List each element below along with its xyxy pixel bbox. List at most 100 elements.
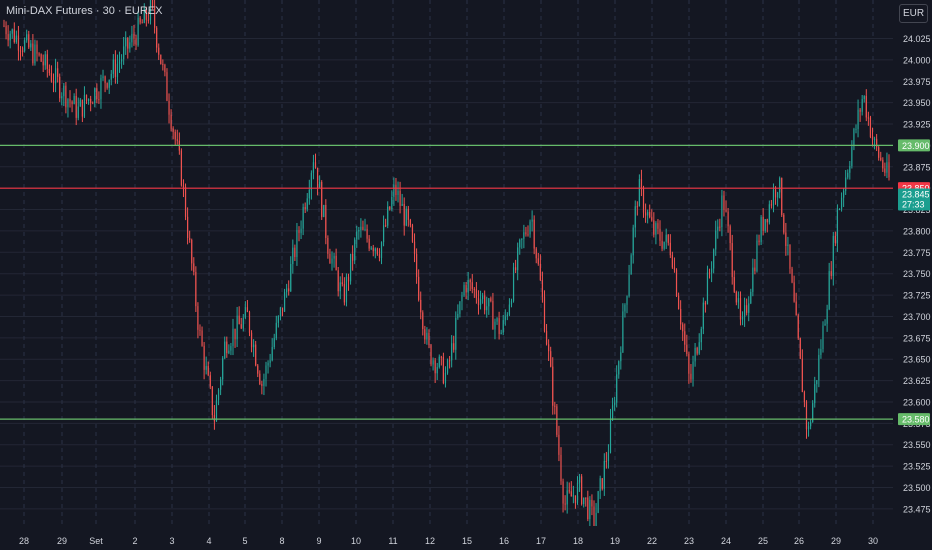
candle-body [865, 96, 867, 118]
candle-body [665, 234, 667, 242]
candle-body [106, 83, 108, 88]
candle-body [90, 98, 92, 104]
candle-body [354, 239, 356, 261]
candle-body [537, 258, 539, 264]
candle-body [807, 426, 810, 430]
candle-body [184, 187, 187, 217]
price-tick-label: 23.650 [903, 355, 931, 365]
candle-body [444, 372, 447, 384]
price-tick-label: 23.700 [903, 312, 931, 322]
time-tick-label: 11 [388, 536, 397, 546]
candle-body [349, 253, 352, 282]
currency-button[interactable]: EUR [899, 4, 928, 23]
candle-body [680, 309, 682, 325]
candle-body [754, 267, 756, 272]
price-tick-label: 23.775 [903, 248, 931, 258]
candle-body [226, 341, 228, 354]
candle-body [752, 267, 754, 292]
candle-body [294, 247, 296, 258]
candle-body [777, 192, 779, 198]
candle-body [36, 44, 38, 54]
candle-body [484, 295, 486, 311]
candle-body [168, 100, 170, 115]
candle-body [112, 59, 114, 74]
candle-body [717, 226, 719, 231]
candle-body [341, 282, 343, 285]
candle-body [370, 247, 372, 249]
candle-body [719, 226, 721, 228]
candle-body [614, 402, 616, 406]
candle-body [774, 189, 777, 198]
candle-body [261, 384, 263, 386]
candle-body [63, 85, 65, 97]
candle-body [104, 76, 106, 84]
symbol-title: Mini-DAX Futures · 30 · EUREX [6, 5, 163, 17]
candle-body [888, 162, 890, 178]
candle-body [327, 237, 329, 254]
candle-body [770, 204, 773, 206]
candle-body [343, 284, 345, 303]
candle-body [510, 300, 513, 305]
candle-body [312, 162, 315, 173]
candle-body [283, 292, 286, 312]
candle-body [873, 138, 876, 140]
candle-body [671, 255, 673, 268]
candle-body [686, 344, 688, 354]
candle-body [19, 50, 22, 52]
candle-body [700, 328, 702, 343]
candle-body [504, 316, 506, 321]
candle-body [764, 219, 766, 231]
candle-body [591, 499, 593, 507]
candle-body [316, 167, 319, 188]
candle-body [541, 280, 544, 297]
candle-body [642, 188, 645, 213]
candle-body [492, 301, 494, 330]
level-price-label: 23.580 [902, 415, 930, 425]
level-price-label: 23.900 [902, 141, 930, 151]
candle-body [302, 207, 304, 229]
candle-body [290, 264, 292, 292]
candle-body [461, 295, 463, 302]
time-tick-label: 16 [499, 536, 509, 546]
candle-body [556, 406, 558, 435]
candle-body [376, 248, 378, 255]
candle-body [428, 332, 430, 346]
candle-body [224, 341, 226, 359]
candle-body [506, 314, 508, 317]
candle-body [508, 304, 511, 315]
candle-body [32, 43, 34, 64]
price-tick-label: 24.025 [903, 34, 931, 44]
candle-body [886, 162, 888, 173]
candle-body [100, 78, 102, 100]
candle-body [632, 227, 634, 256]
candle-body [61, 96, 63, 99]
candle-body [459, 301, 461, 314]
candle-body [75, 95, 77, 118]
price-tick-label: 24.000 [903, 55, 931, 65]
candle-body [634, 206, 636, 228]
candle-body [597, 491, 599, 513]
candle-body [244, 307, 246, 318]
candle-body [533, 219, 535, 249]
candle-body [378, 254, 381, 258]
price-tick-label: 23.475 [903, 504, 931, 514]
candle-body [729, 226, 731, 244]
candle-body [517, 247, 519, 271]
price-chart[interactable]: 24.025 24.000 23.975 23.950 23.925 23.900 23.8… [0, 0, 932, 550]
candle-body [434, 360, 436, 374]
candle-body [465, 285, 467, 293]
candle-body [65, 85, 67, 108]
candle-body [857, 109, 859, 130]
candle-body [96, 88, 98, 100]
candle-body [500, 332, 502, 334]
candle-body [436, 367, 438, 374]
candle-body [240, 324, 242, 329]
candle-body [333, 255, 335, 259]
candle-body [337, 270, 339, 292]
candle-body [54, 68, 57, 84]
candle-body [170, 114, 172, 129]
time-tick-label: 26 [794, 536, 804, 546]
candle-body [158, 47, 160, 55]
candle-body [352, 253, 354, 261]
candle-body [552, 366, 554, 406]
